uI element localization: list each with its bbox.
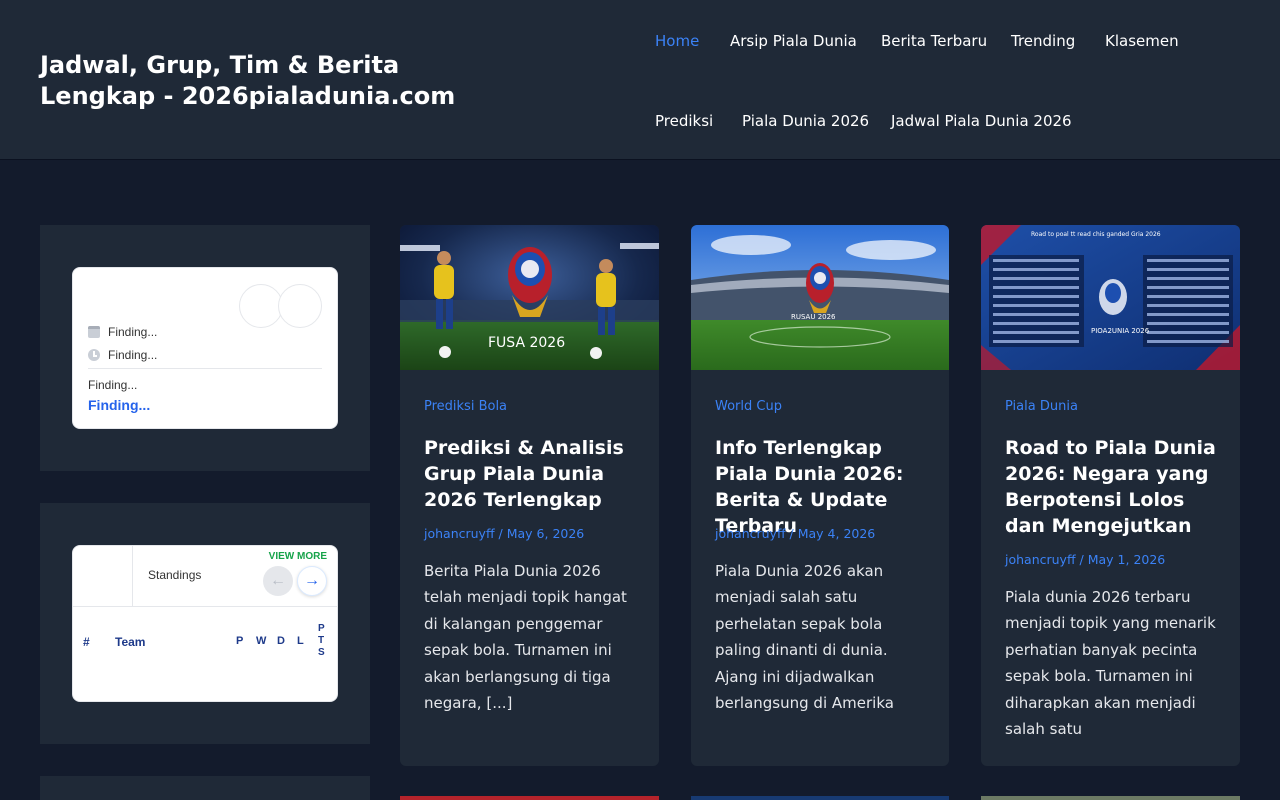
league-logo-slot — [73, 546, 133, 606]
post-category[interactable]: World Cup — [715, 399, 782, 414]
post-meta[interactable]: johancruyff / May 1, 2026 — [1005, 552, 1165, 567]
post-thumbnail[interactable]: RUSAU 2026 — [691, 225, 949, 370]
match-card[interactable]: Finding... Finding... Finding... Finding… — [72, 267, 338, 429]
post-category[interactable]: Prediksi Bola — [424, 399, 507, 414]
col-points: PTS — [318, 623, 325, 658]
post-title[interactable]: Prediksi & Analisis Grup Piala Dunia 202… — [424, 435, 639, 513]
nav-trending[interactable]: Trending — [1011, 31, 1075, 51]
post-title[interactable]: Road to Piala Dunia 2026: Negara yang Be… — [1005, 435, 1220, 539]
nav-home[interactable]: Home — [655, 31, 699, 51]
thumbnail-logo-text: PIOA2UNIA 2026 — [1091, 327, 1150, 335]
view-more-link[interactable]: VIEW MORE — [269, 551, 327, 562]
match-time: Finding... — [108, 348, 158, 362]
col-won: W — [256, 635, 267, 647]
standings-widget: Standings VIEW MORE ← → # Team P W D L P… — [40, 503, 370, 744]
post-meta[interactable]: johancruyff / May 6, 2026 — [424, 526, 584, 541]
post-card[interactable]: RUSAU 2026 World Cup Info Terlengkap Pia… — [691, 225, 949, 766]
col-drawn: D — [277, 635, 285, 647]
nav-piala-dunia-2026[interactable]: Piala Dunia 2026 — [742, 111, 869, 131]
match-widget: Finding... Finding... Finding... Finding… — [40, 225, 370, 471]
thumbnail-headline: Road to poal tt read chis ganded Gria 20… — [1031, 231, 1161, 238]
post-meta[interactable]: johancruyff / May 4, 2026 — [715, 526, 875, 541]
next-arrow-icon[interactable]: → — [297, 566, 327, 596]
thumbnail-caption: RUSAU 2026 — [791, 313, 836, 321]
divider — [88, 368, 322, 369]
next-post-thumbnail-peek[interactable] — [981, 796, 1240, 800]
divider — [73, 606, 337, 607]
nav-arsip-piala-dunia[interactable]: Arsip Piala Dunia — [730, 31, 857, 51]
nav-prediksi[interactable]: Prediksi — [655, 111, 713, 131]
col-lost: L — [297, 635, 304, 647]
clock-icon — [88, 349, 100, 361]
post-thumbnail[interactable]: FUSA 2026 — [400, 225, 659, 370]
post-excerpt: Berita Piala Dunia 2026 telah menjadi to… — [424, 562, 627, 713]
prev-arrow-icon[interactable]: ← — [263, 566, 293, 596]
site-header: Jadwal, Grup, Tim & Berita Lengkap - 202… — [0, 0, 1280, 160]
nav-berita-terbaru[interactable]: Berita Terbaru — [881, 31, 987, 51]
post-card[interactable]: FUSA 2026 Prediksi Bola Prediksi & Anali… — [400, 225, 659, 766]
next-post-thumbnail-peek[interactable] — [691, 796, 949, 800]
post-thumbnail[interactable]: Road to poal tt read chis ganded Gria 20… — [981, 225, 1240, 370]
thumbnail-caption: FUSA 2026 — [488, 335, 565, 351]
post-excerpt: Piala dunia 2026 terbaru menjadi topik y… — [1005, 588, 1216, 739]
post-excerpt: Piala Dunia 2026 akan menjadi salah satu… — [715, 562, 894, 713]
team-logo-away — [278, 284, 322, 328]
nav-klasemen[interactable]: Klasemen — [1105, 31, 1179, 51]
match-time-row: Finding... — [88, 348, 157, 362]
match-date-row: Finding... — [88, 325, 157, 339]
match-venue: Finding... — [88, 378, 138, 392]
col-played: P — [236, 635, 244, 647]
standings-card: Standings VIEW MORE ← → # Team P W D L P… — [72, 545, 338, 702]
post-title[interactable]: Info Terlengkap Piala Dunia 2026: Berita… — [715, 435, 930, 539]
match-status-link[interactable]: Finding... — [88, 397, 150, 413]
team-logo-home — [239, 284, 283, 328]
standings-title: Standings — [148, 568, 202, 582]
col-team: Team — [115, 635, 146, 649]
col-rank: # — [83, 635, 90, 649]
nav-jadwal-piala-dunia-2026[interactable]: Jadwal Piala Dunia 2026 — [891, 111, 1072, 131]
match-date: Finding... — [108, 325, 158, 339]
next-post-thumbnail-peek[interactable] — [400, 796, 659, 800]
sidebar-widget-3 — [40, 776, 370, 800]
calendar-icon — [88, 326, 100, 338]
site-title[interactable]: Jadwal, Grup, Tim & Berita Lengkap - 202… — [40, 50, 510, 112]
post-category[interactable]: Piala Dunia — [1005, 399, 1078, 414]
post-card[interactable]: Road to poal tt read chis ganded Gria 20… — [981, 225, 1240, 766]
